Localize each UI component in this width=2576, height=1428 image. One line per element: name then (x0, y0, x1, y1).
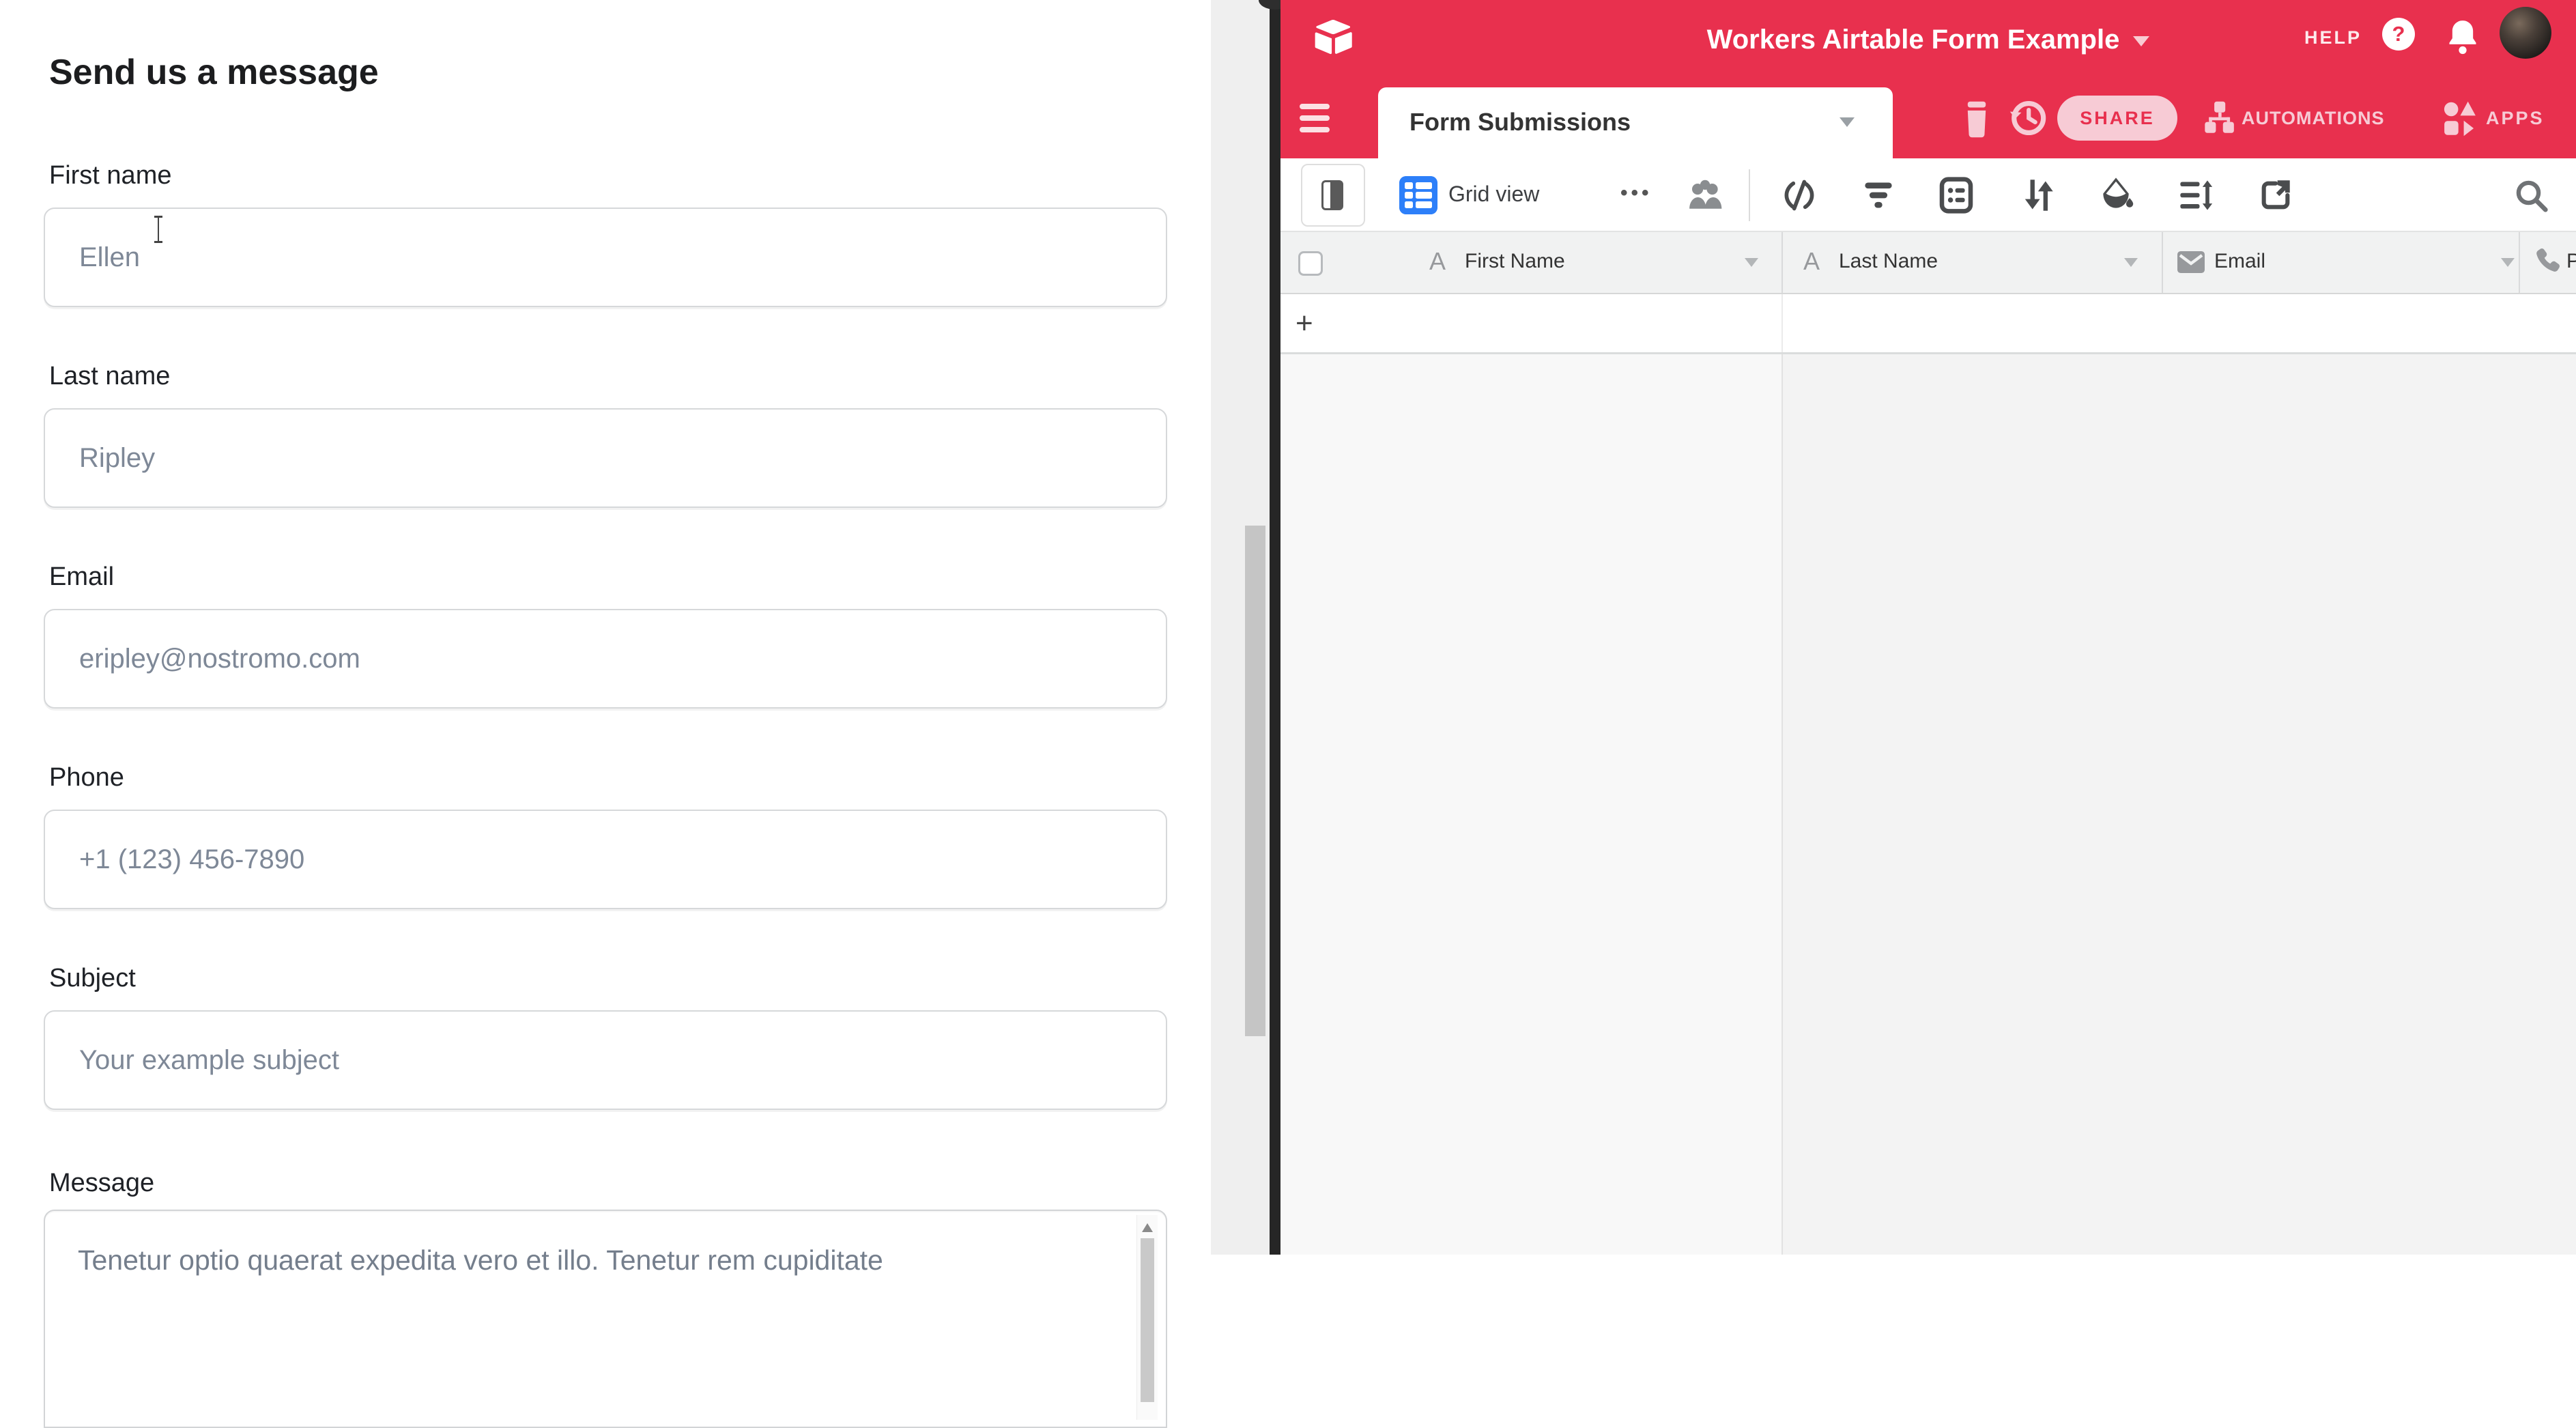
subject-label: Subject (49, 964, 136, 993)
last-name-label: Last name (49, 362, 170, 391)
tab-form-submissions[interactable]: Form Submissions (1378, 87, 1893, 158)
toolbar-separator (1749, 169, 1750, 221)
apps-icon (2442, 100, 2478, 138)
select-all-checkbox[interactable] (1298, 251, 1323, 276)
message-text: Tenetur optio quaerat expedita vero et i… (78, 1241, 1102, 1279)
view-toolbar: Grid view ••• (1280, 158, 2576, 232)
help-question-icon[interactable]: ? (2382, 18, 2415, 51)
table-header-row: A First Name A Last Name Email Phone (1280, 232, 2576, 294)
airtable-pane: Workers Airtable Form Example HELP ? For… (1280, 0, 2576, 1255)
search-icon[interactable] (2513, 177, 2550, 214)
apps-button[interactable]: APPS (2486, 108, 2545, 129)
last-name-input[interactable] (44, 408, 1167, 508)
column-divider (1781, 294, 1783, 352)
share-button[interactable]: SHARE (2057, 96, 2177, 141)
column-header-email[interactable]: Email (2214, 250, 2265, 273)
contact-form-pane: Send us a message First name Last name E… (0, 0, 1211, 1255)
base-title[interactable]: Workers Airtable Form Example (1280, 25, 2576, 55)
view-options-ellipsis[interactable]: ••• (1620, 182, 1652, 205)
group-icon[interactable] (1938, 176, 1974, 214)
help-button[interactable]: HELP (2304, 27, 2362, 48)
automations-icon (2203, 100, 2235, 138)
table-tab-bar: Form Submissions SHARE AUTOMATIONS (1280, 81, 2576, 158)
notifications-bell-icon[interactable] (2445, 16, 2480, 57)
email-input[interactable] (44, 609, 1167, 709)
column-header-first-name[interactable]: First Name (1465, 250, 1565, 273)
title-caret-icon (2133, 36, 2149, 46)
grid-view-icon (1399, 176, 1437, 214)
message-textarea[interactable]: Tenetur optio quaerat expedita vero et i… (44, 1210, 1167, 1428)
first-name-label: First name (49, 161, 171, 190)
phone-label: Phone (49, 763, 124, 792)
user-avatar[interactable] (2500, 7, 2551, 59)
page-scrollbar-thumb[interactable] (1245, 526, 1265, 1036)
window-divider (1270, 0, 1280, 1255)
table-body-column-divider (1781, 354, 1783, 1255)
share-view-icon[interactable] (2258, 177, 2293, 213)
field-type-email-icon (2177, 251, 2205, 273)
first-name-input[interactable] (44, 208, 1167, 307)
column-header-last-name[interactable]: Last Name (1839, 250, 1938, 273)
add-record-row[interactable]: + (1280, 294, 2576, 354)
subject-input[interactable] (44, 1010, 1167, 1110)
automations-button[interactable]: AUTOMATIONS (2242, 108, 2385, 129)
column-header-phone[interactable]: Phone (2566, 250, 2576, 273)
row-height-icon[interactable] (2177, 177, 2213, 213)
field-type-text-icon: A (1429, 247, 1446, 276)
trash-icon[interactable] (1962, 98, 1992, 139)
tab-caret-icon[interactable] (1840, 117, 1855, 127)
history-icon[interactable] (2007, 97, 2049, 139)
column-divider[interactable] (2519, 232, 2520, 293)
text-cursor-ibeam (153, 216, 164, 243)
message-label: Message (49, 1169, 154, 1198)
base-title-text: Workers Airtable Form Example (1707, 25, 2120, 55)
textarea-scroll-thumb[interactable] (1141, 1238, 1154, 1402)
email-label: Email (49, 562, 114, 592)
field-type-text-icon: A (1803, 247, 1820, 276)
collaborators-icon[interactable] (1685, 179, 1727, 216)
panel-icon (1321, 180, 1343, 210)
color-icon[interactable] (2098, 176, 2134, 214)
view-name[interactable]: Grid view (1448, 182, 1539, 207)
airtable-topbar: Workers Airtable Form Example HELP ? (1280, 0, 2576, 81)
column-caret-icon[interactable] (2501, 258, 2515, 267)
sort-icon[interactable] (2020, 176, 2055, 214)
add-record-plus-icon[interactable]: + (1296, 306, 1313, 341)
share-button-label: SHARE (2080, 108, 2155, 128)
textarea-scrollbar[interactable] (1136, 1215, 1158, 1420)
hide-fields-icon[interactable] (1781, 177, 1817, 213)
table-body-primary-area (1280, 354, 1781, 1255)
column-caret-icon[interactable] (2124, 258, 2138, 267)
scroll-up-arrow-icon[interactable] (1142, 1223, 1153, 1232)
tab-label: Form Submissions (1409, 108, 1631, 137)
field-type-phone-icon (2532, 246, 2562, 276)
phone-input[interactable] (44, 810, 1167, 909)
form-heading: Send us a message (49, 52, 379, 93)
column-divider[interactable] (2162, 232, 2163, 293)
column-divider[interactable] (1781, 232, 1783, 293)
column-caret-icon[interactable] (1745, 258, 1758, 267)
sidebar-menu-icon[interactable] (1300, 104, 1330, 139)
filter-icon[interactable] (1862, 179, 1895, 212)
view-sidebar-toggle-button[interactable] (1301, 164, 1365, 227)
